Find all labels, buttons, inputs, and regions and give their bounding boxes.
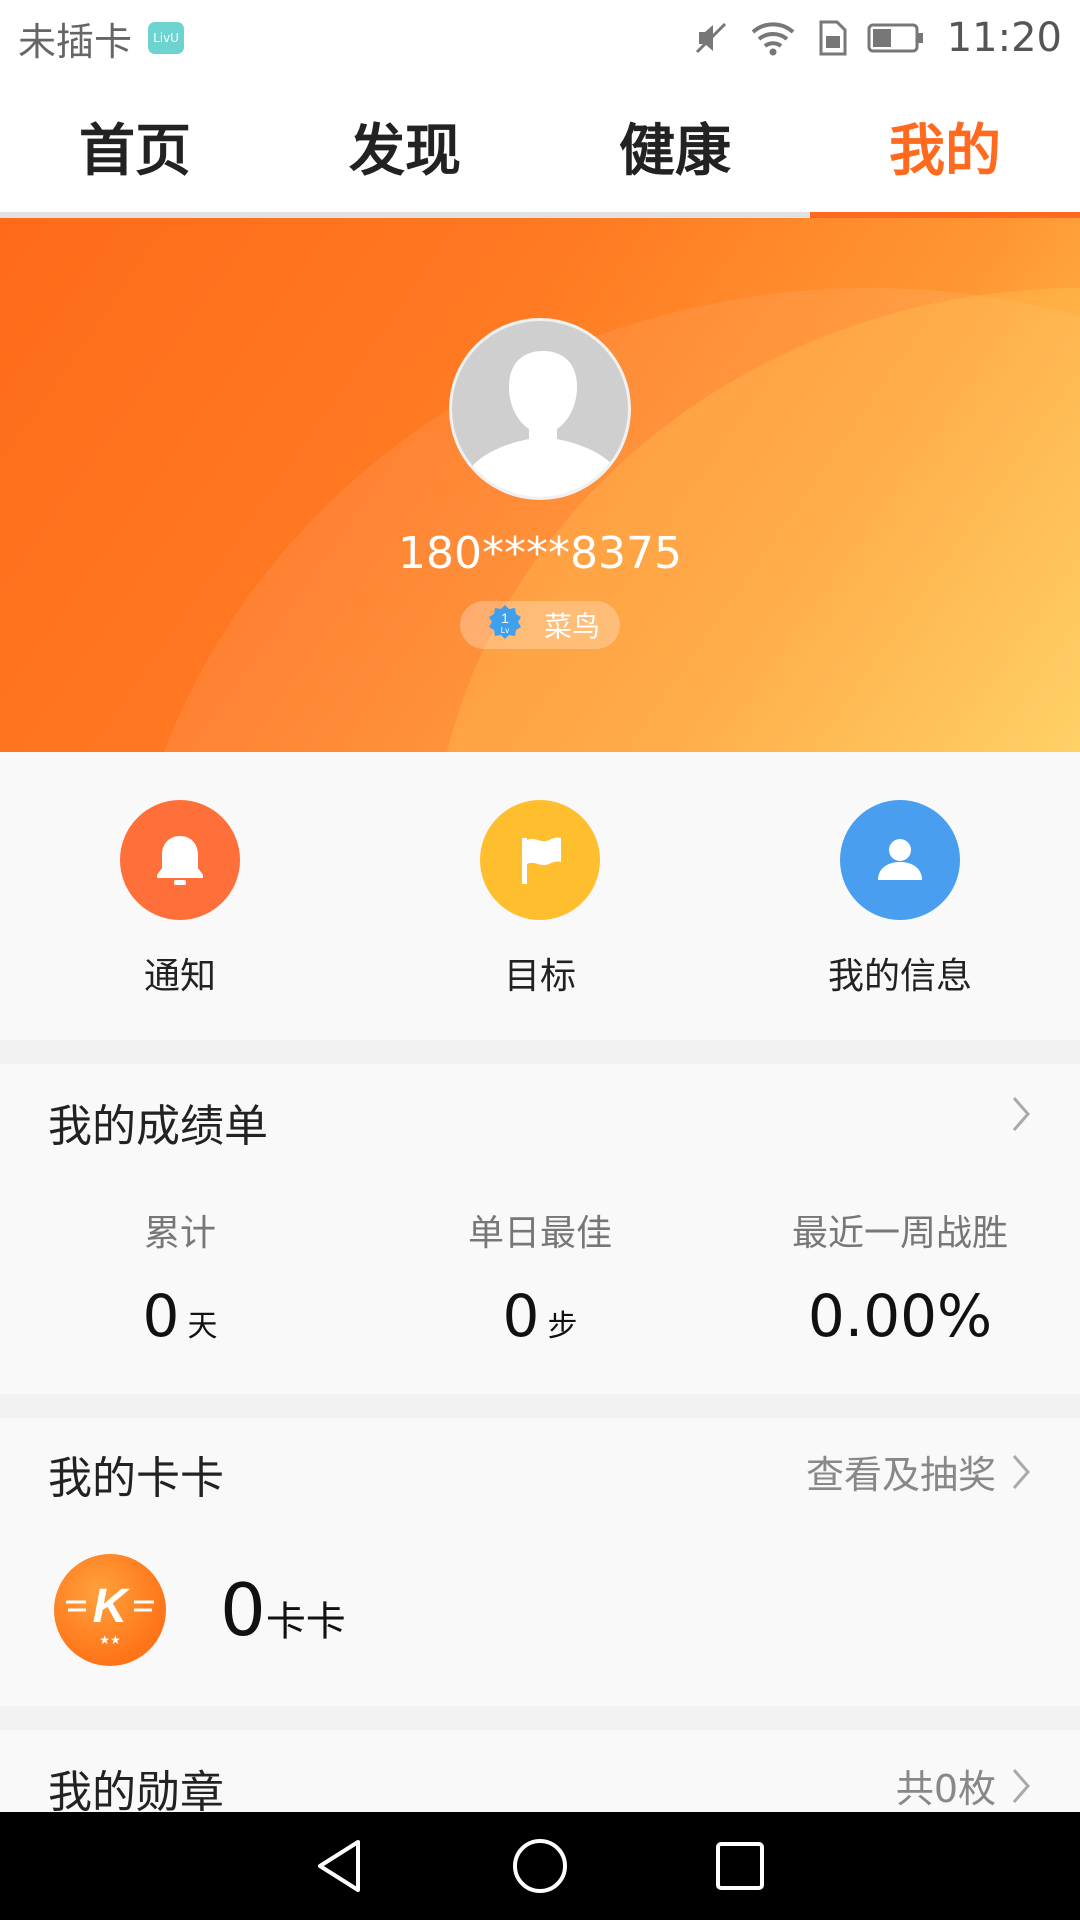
- status-icons: 11:20: [691, 15, 1062, 61]
- user-phone: 180****8375: [398, 528, 682, 579]
- notification-button[interactable]: 通知: [0, 752, 360, 1040]
- tab-health[interactable]: 健康: [540, 76, 810, 216]
- chevron-right-icon: [1012, 1768, 1030, 1803]
- recents-button[interactable]: [710, 1836, 770, 1896]
- flag-icon: [480, 800, 600, 920]
- stat-label: 累计: [143, 1213, 216, 1254]
- level-badge[interactable]: 1 Lv 菜鸟: [460, 601, 620, 649]
- stat-label: 单日最佳: [467, 1213, 612, 1254]
- chevron-right-icon: [1012, 1097, 1030, 1131]
- kaka-value: 0: [220, 1568, 266, 1652]
- my-info-label: 我的信息: [827, 956, 972, 997]
- top-tabs: 首页 发现 健康 我的: [0, 76, 1080, 216]
- coin-letter: K: [93, 1580, 131, 1633]
- level-name: 菜鸟: [544, 610, 601, 643]
- stat-label: 最近一周战胜: [791, 1213, 1008, 1254]
- battery-icon: [867, 21, 925, 55]
- user-icon: [840, 800, 960, 920]
- avatar-silhouette-icon: [467, 351, 619, 497]
- home-circle-icon: [513, 1839, 567, 1893]
- medals-count-link[interactable]: 共0枚: [896, 1758, 1032, 1813]
- stat-value: 0: [142, 1282, 180, 1350]
- goal-button[interactable]: 目标: [360, 752, 720, 1040]
- stat-unit: 步: [547, 1309, 578, 1344]
- clock: 11:20: [946, 15, 1062, 61]
- stat-weekly-beat: 最近一周战胜 0.00%: [720, 1204, 1080, 1350]
- medals-count: 共0枚: [895, 1767, 996, 1811]
- kaka-action-label: 查看及抽奖: [805, 1453, 996, 1497]
- stat-total-days: 累计 0天: [0, 1204, 360, 1350]
- level-medal-icon: 1 Lv: [484, 603, 526, 647]
- level-number: 1: [501, 610, 509, 626]
- quick-actions: 通知 目标 我的信息: [0, 752, 1080, 1040]
- stat-unit: 天: [187, 1309, 218, 1344]
- back-triangle-icon: [318, 1840, 360, 1892]
- stat-value: 0.00%: [807, 1282, 993, 1350]
- sim-icon: [815, 18, 849, 58]
- mute-icon: [691, 18, 731, 58]
- carrier-label: 未插卡: [18, 19, 133, 64]
- level-abbr: Lv: [501, 626, 509, 635]
- system-nav-bar: [0, 1812, 1080, 1920]
- chevron-right-icon: [1012, 1454, 1030, 1489]
- tab-mine[interactable]: 我的: [810, 76, 1080, 216]
- home-button[interactable]: [510, 1836, 570, 1896]
- app-badge-icon: LivU: [148, 22, 185, 54]
- avatar[interactable]: [449, 318, 631, 500]
- report-title: 我的成绩单: [48, 1101, 268, 1152]
- my-info-button[interactable]: 我的信息: [720, 752, 1080, 1040]
- notification-label: 通知: [143, 956, 216, 997]
- stat-value: 0: [502, 1282, 540, 1350]
- back-button[interactable]: [310, 1836, 370, 1896]
- profile-header: 180****8375 1 Lv 菜鸟: [0, 218, 1080, 752]
- status-bar: 未插卡 LivU 11:20: [0, 0, 1080, 76]
- medals-title: 我的勋章: [48, 1767, 224, 1818]
- tab-home[interactable]: 首页: [0, 76, 270, 216]
- report-card-section[interactable]: 我的成绩单 累计 0天 单日最佳 0步 最近一周战胜 0.00%: [0, 1064, 1080, 1394]
- stat-best-day: 单日最佳 0步: [360, 1204, 720, 1350]
- kaka-section[interactable]: 我的卡卡 查看及抽奖 K ★★ 0卡卡: [0, 1418, 1080, 1706]
- report-more[interactable]: [1010, 1094, 1032, 1134]
- goal-label: 目标: [503, 956, 576, 997]
- wifi-icon: [749, 18, 797, 58]
- kaka-unit: 卡卡: [265, 1599, 346, 1645]
- coin-stars: ★★: [99, 1633, 121, 1647]
- report-stats: 累计 0天 单日最佳 0步 最近一周战胜 0.00%: [0, 1204, 1080, 1350]
- recents-square-icon: [716, 1842, 764, 1890]
- kaka-title: 我的卡卡: [48, 1453, 224, 1504]
- tab-discover[interactable]: 发现: [270, 76, 540, 216]
- bell-icon: [120, 800, 240, 920]
- kaka-view-lottery-link[interactable]: 查看及抽奖: [806, 1444, 1032, 1499]
- kaka-coin-icon: K ★★: [54, 1554, 166, 1666]
